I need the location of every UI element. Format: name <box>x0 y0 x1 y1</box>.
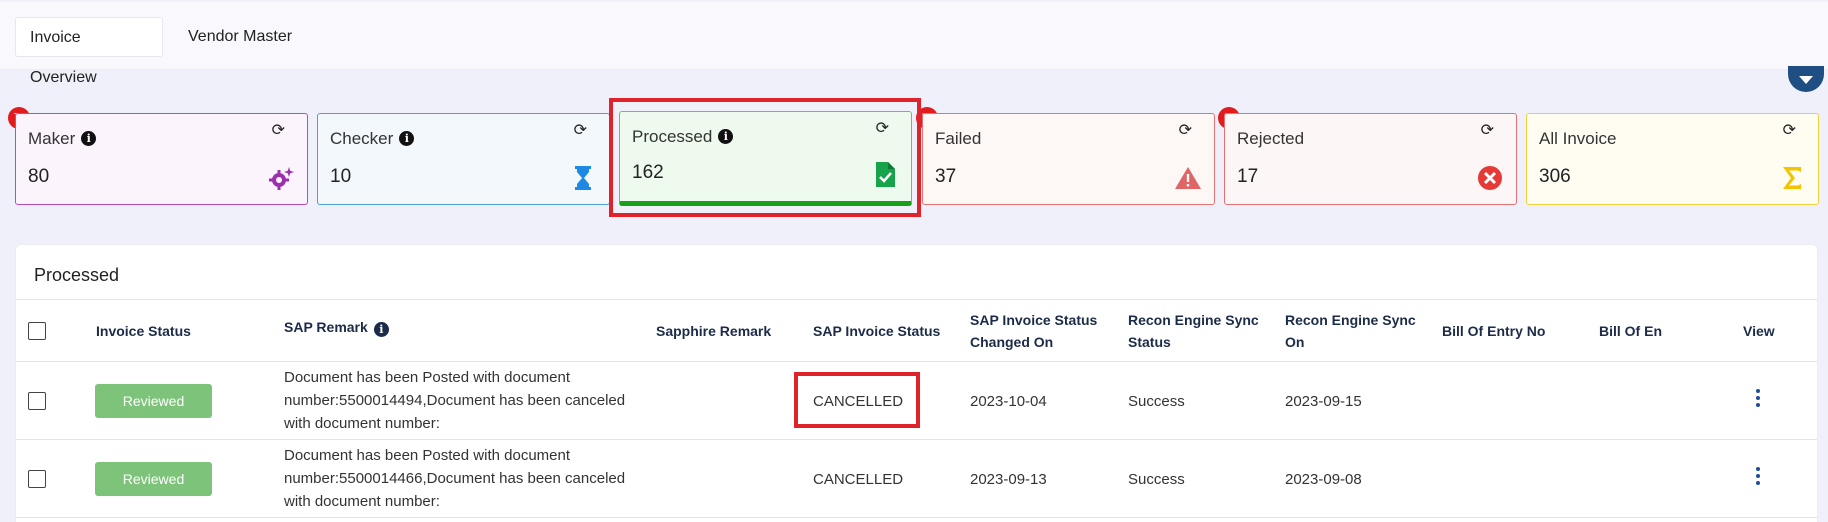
table-row: Reviewed Document has been Posted with d… <box>16 362 1817 440</box>
processed-label: Processed i <box>632 127 734 147</box>
x-circle-icon <box>1478 166 1502 190</box>
checker-value: 10 <box>330 166 352 187</box>
processed-card[interactable]: Processed i ⟳ 162 <box>619 111 912 206</box>
sap-invoice-status-cell: CANCELLED <box>813 393 904 410</box>
sap-remark-cell: Document has been Posted with document n… <box>284 447 626 510</box>
row-actions-icon[interactable] <box>1756 389 1762 411</box>
sap-status-changed-on-cell: 2023-09-13 <box>970 471 1047 488</box>
refresh-icon[interactable]: ⟳ <box>272 120 285 140</box>
recon-sync-status-cell: Success <box>1128 393 1185 410</box>
panel-title: Processed <box>34 265 120 285</box>
col-view[interactable]: View <box>1743 320 1775 342</box>
row-checkbox[interactable] <box>28 470 46 488</box>
all-invoice-card[interactable]: All Invoice ⟳ 306 <box>1526 113 1819 205</box>
maker-label: Maker i <box>28 129 97 149</box>
rejected-value: 17 <box>1237 166 1259 187</box>
failed-label: Failed <box>935 129 982 148</box>
top-tab-bar: Invoice Overview Vendor Master <box>0 2 1828 86</box>
tab-invoice-overview[interactable]: Invoice Overview <box>15 17 163 86</box>
sap-status-changed-on-cell: 2023-10-04 <box>970 393 1047 410</box>
info-icon[interactable]: i <box>718 129 734 144</box>
col-bill-of-entry-no[interactable]: Bill Of Entry No <box>1442 320 1545 342</box>
checker-label: Checker i <box>330 129 415 149</box>
processed-value: 162 <box>632 162 664 183</box>
tab-vendor-master[interactable]: Vendor Master <box>174 17 306 57</box>
checker-card[interactable]: Checker i ⟳ 10 <box>317 113 610 205</box>
warning-icon <box>1175 167 1201 189</box>
refresh-icon[interactable]: ⟳ <box>1783 120 1796 140</box>
rejected-card[interactable]: Rejected ⟳ 17 <box>1224 113 1517 205</box>
maker-value: 80 <box>28 166 50 187</box>
info-icon[interactable]: i <box>81 131 97 146</box>
table-row: Reviewed Document has been Posted with d… <box>16 440 1817 518</box>
col-recon-sync-status[interactable]: Recon Engine Sync Status <box>1128 309 1268 353</box>
invoice-status-badge[interactable]: Reviewed <box>95 384 212 418</box>
failed-card[interactable]: Failed ⟳ 37 <box>922 113 1215 205</box>
refresh-icon[interactable]: ⟳ <box>876 118 889 138</box>
info-icon[interactable]: i <box>373 322 389 337</box>
sap-invoice-status-cell: CANCELLED <box>813 471 904 488</box>
collapse-toggle-button[interactable] <box>1788 66 1824 92</box>
recon-sync-on-cell: 2023-09-15 <box>1285 393 1362 410</box>
gears-icon <box>269 167 294 190</box>
invoice-status-badge[interactable]: Reviewed <box>95 462 212 496</box>
sigma-icon <box>1783 167 1801 189</box>
refresh-icon[interactable]: ⟳ <box>1481 120 1494 140</box>
col-recon-sync-on[interactable]: Recon Engine Sync On <box>1285 309 1425 353</box>
row-actions-icon[interactable] <box>1756 467 1762 489</box>
rejected-label: Rejected <box>1237 129 1305 148</box>
file-check-icon <box>876 162 895 187</box>
processed-panel: Processed Invoice Status SAP Remark i Sap… <box>15 244 1818 522</box>
select-all-checkbox[interactable] <box>28 322 46 340</box>
refresh-icon[interactable]: ⟳ <box>1179 120 1192 140</box>
table-header: Invoice Status SAP Remark i Sapphire Rema… <box>16 299 1817 362</box>
col-sap-invoice-status[interactable]: SAP Invoice Status <box>813 320 940 342</box>
col-sap-remark[interactable]: SAP Remark i <box>284 316 389 338</box>
hourglass-icon <box>575 166 591 190</box>
sap-remark-cell: Document has been Posted with document n… <box>284 369 626 432</box>
row-checkbox[interactable] <box>28 392 46 410</box>
recon-sync-on-cell: 2023-09-08 <box>1285 471 1362 488</box>
all-invoice-label: All Invoice <box>1539 129 1617 148</box>
recon-sync-status-cell: Success <box>1128 471 1185 488</box>
col-sapphire-remark[interactable]: Sapphire Remark <box>656 320 771 342</box>
maker-card[interactable]: Maker i ⟳ 80 <box>15 113 308 205</box>
refresh-icon[interactable]: ⟳ <box>574 120 587 140</box>
col-invoice-status[interactable]: Invoice Status <box>96 320 191 342</box>
failed-value: 37 <box>935 166 957 187</box>
all-invoice-value: 306 <box>1539 166 1571 187</box>
col-bill-of-entry-truncated[interactable]: Bill Of Ent <box>1599 320 1662 342</box>
info-icon[interactable]: i <box>399 131 415 146</box>
col-sap-status-changed-on[interactable]: SAP Invoice Status Changed On <box>970 309 1110 353</box>
